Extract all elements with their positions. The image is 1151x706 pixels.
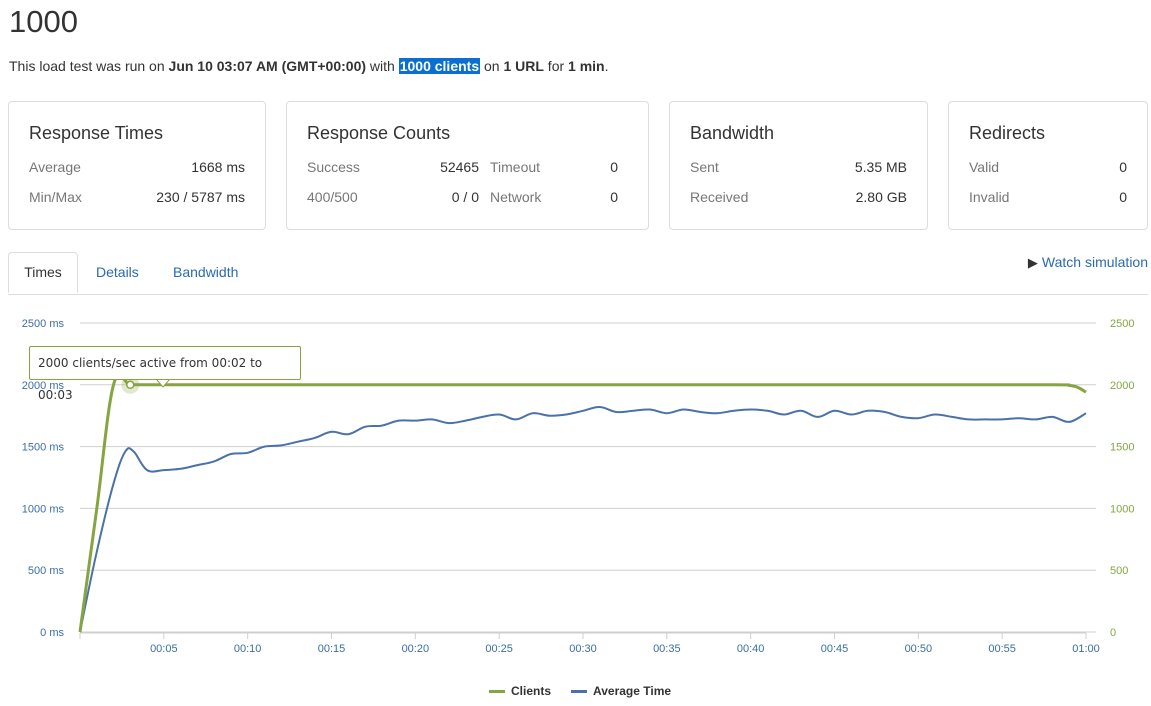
y-tick-label-right: 2500 bbox=[1110, 318, 1134, 330]
x-tick-label: 01:00 bbox=[1072, 643, 1100, 655]
y-tick-label-right: 1000 bbox=[1110, 503, 1134, 515]
y-tick-label-right: 2000 bbox=[1110, 380, 1134, 392]
y-tick-label-left: 1000 ms bbox=[22, 503, 65, 515]
x-tick-label: 00:35 bbox=[653, 643, 681, 655]
series-line-average-time bbox=[79, 405, 1087, 633]
x-tick-label: 00:50 bbox=[905, 643, 933, 655]
legend-swatch-average-time bbox=[571, 690, 587, 694]
x-tick-label: 00:20 bbox=[402, 643, 430, 655]
y-tick-label-left: 2500 ms bbox=[22, 318, 65, 330]
y-tick-label-left: 1500 ms bbox=[22, 442, 65, 454]
x-tick-label: 00:15 bbox=[318, 643, 346, 655]
x-tick-label: 00:45 bbox=[821, 643, 849, 655]
legend-swatch-clients bbox=[489, 690, 505, 694]
legend-label: Clients bbox=[511, 684, 552, 698]
x-tick-label: 00:10 bbox=[234, 643, 262, 655]
legend-label: Average Time bbox=[593, 684, 672, 698]
x-tick-label: 00:40 bbox=[737, 643, 765, 655]
hover-marker-point bbox=[126, 380, 135, 390]
x-tick-label: 00:05 bbox=[150, 643, 178, 655]
y-tick-label-left: 500 ms bbox=[28, 565, 65, 577]
y-tick-label-right: 500 bbox=[1110, 565, 1128, 577]
x-tick-label: 00:55 bbox=[988, 643, 1016, 655]
y-tick-label-right: 1500 bbox=[1110, 442, 1134, 454]
y-tick-label-right: 0 bbox=[1110, 627, 1116, 639]
chart-tooltip: 2000 clients/sec active from 00:02 to 00… bbox=[29, 346, 301, 402]
legend-item-clients[interactable]: Clients bbox=[489, 684, 551, 698]
y-tick-label-left: 0 ms bbox=[40, 627, 64, 639]
series-line-clients bbox=[78, 373, 1087, 633]
x-tick-label: 00:25 bbox=[485, 643, 513, 655]
legend-item-average-time[interactable]: Average Time bbox=[571, 684, 671, 698]
x-tick-label: 00:30 bbox=[569, 643, 597, 655]
